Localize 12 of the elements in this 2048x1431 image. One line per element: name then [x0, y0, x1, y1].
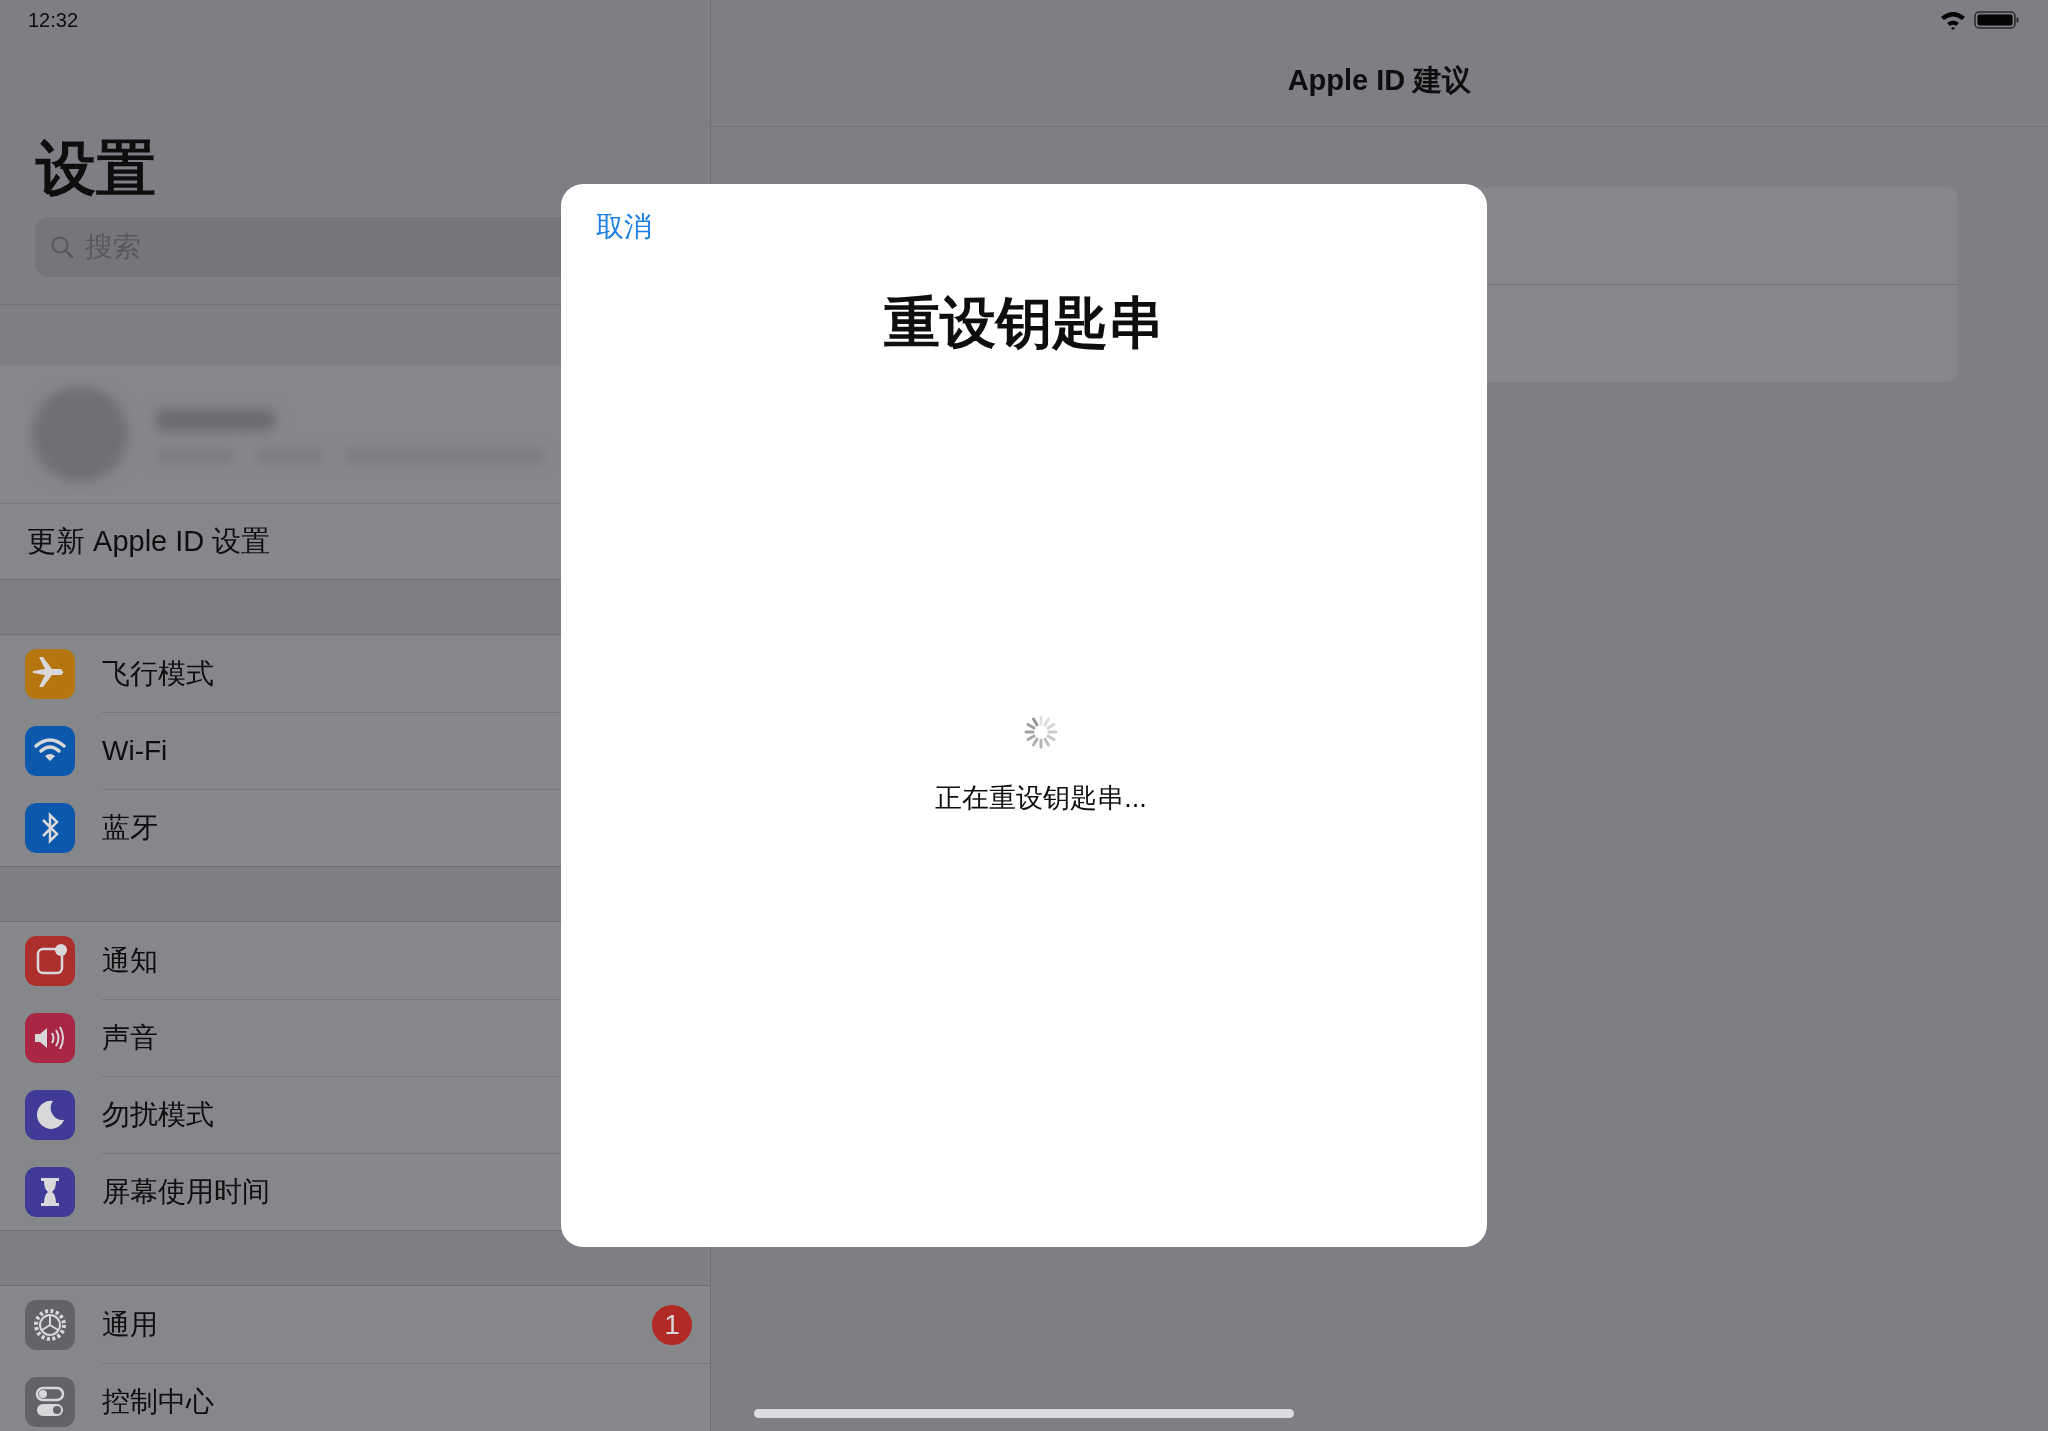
page-title: 设置: [36, 134, 156, 204]
notification-badge: 1: [652, 1304, 692, 1345]
battery-icon: [1974, 10, 2020, 30]
update-apple-id-link[interactable]: 更新 Apple ID 设置: [27, 521, 271, 562]
settings-row[interactable]: 控制中心: [0, 1363, 710, 1431]
wifi-icon: [1940, 10, 1966, 30]
progress-message: 正在重设钥匙串...: [935, 782, 1147, 815]
settings-row[interactable]: 通用 1: [0, 1286, 710, 1363]
dialog-title: 重设钥匙串: [884, 290, 1164, 356]
nav-title: Apple ID 建议: [1287, 63, 1472, 98]
status-time: 12:32: [28, 8, 79, 32]
spinner-icon: [1023, 714, 1059, 750]
